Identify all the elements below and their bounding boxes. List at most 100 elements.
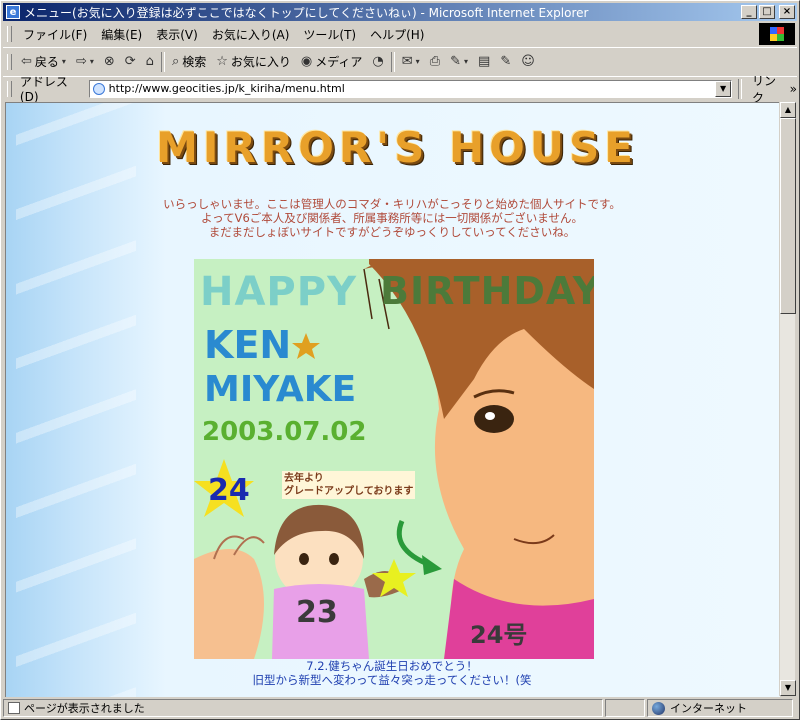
art-shirt-old: 23	[296, 595, 338, 630]
media-icon: ◉	[300, 54, 313, 69]
home-button[interactable]: ⌂	[141, 54, 159, 69]
back-label: 戻る	[34, 55, 59, 69]
history-button[interactable]: ◔	[367, 54, 388, 69]
standard-toolbar: ⇦ 戻る ▾ ⇨ ▾ ⊗ ⟳ ⌂ ⌕ 検索 ☆ お気に入り ◉ メディア ◔ ✉…	[3, 47, 797, 75]
forward-arrow-icon: ⇨	[75, 54, 87, 69]
favorites-icon: ☆	[216, 54, 228, 69]
page-done-icon	[8, 702, 20, 714]
minimize-button[interactable]: _	[741, 5, 757, 19]
home-icon: ⌂	[145, 54, 154, 69]
art-note: 去年より グレードアップしております	[282, 471, 416, 499]
windows-flag-icon	[770, 27, 784, 41]
toolbar-separator	[160, 51, 165, 72]
links-button[interactable]: リンク »	[752, 72, 797, 106]
stop-icon: ⊗	[103, 54, 115, 69]
ie-icon: e	[6, 5, 20, 19]
links-label: リンク	[751, 73, 776, 105]
scroll-down-button[interactable]: ▼	[780, 680, 796, 696]
menu-tools[interactable]: ツール(T)	[296, 24, 363, 45]
search-icon: ⌕	[171, 54, 180, 69]
chevron-down-icon[interactable]: ▾	[416, 57, 420, 66]
print-button[interactable]: ⎙	[425, 54, 445, 69]
art-date: 2003.07.02	[202, 417, 367, 447]
status-message: ページが表示されました	[24, 702, 145, 715]
status-zone: インターネット	[670, 702, 747, 715]
menu-edit[interactable]: 編集(E)	[94, 24, 149, 45]
art-name-first: KEN	[204, 323, 292, 367]
history-icon: ◔	[372, 54, 384, 69]
windows-logo	[759, 23, 795, 45]
toolbar-grip[interactable]	[7, 26, 12, 42]
art-shirt-new: 24号	[470, 621, 528, 649]
status-bar: ページが表示されました インターネット	[3, 698, 797, 718]
address-bar: アドレス(D) http://www.geocities.jp/k_kiriha…	[3, 74, 797, 105]
chevron-down-icon[interactable]: ▾	[62, 57, 66, 66]
print-icon: ⎙	[429, 54, 441, 69]
mail-icon: ✉	[401, 54, 413, 69]
title-bar[interactable]: e メニュー(お気に入り登録は必ずここではなくトップにしてくださいねぃ) - M…	[3, 3, 797, 21]
menu-favorites[interactable]: お気に入り(A)	[205, 24, 297, 45]
discuss-icon: ▤	[478, 54, 491, 69]
messenger-button[interactable]: ☺	[516, 54, 540, 69]
birthday-illustration[interactable]: HAPPY BIRTHDAY KEN MIYAKE 2003.07.02 24 …	[194, 259, 594, 659]
toolbar-grip[interactable]	[7, 80, 12, 97]
toolbar-separator	[390, 51, 395, 72]
refresh-button[interactable]: ⟳	[120, 54, 141, 69]
page-icon	[92, 82, 105, 95]
address-input[interactable]: http://www.geocities.jp/k_kiriha/menu.ht…	[88, 79, 733, 98]
research-button[interactable]: ✎	[495, 54, 516, 69]
stop-button[interactable]: ⊗	[99, 54, 120, 69]
refresh-icon: ⟳	[124, 54, 136, 69]
caption-line: 旧型から新型へ変わって益々突っ走ってください！(笑	[252, 673, 532, 687]
back-button[interactable]: ⇦ 戻る ▾	[16, 53, 71, 70]
menu-file[interactable]: ファイル(F)	[16, 24, 94, 45]
page-content[interactable]: MIRROR'S HOUSE いらっしゃいませ。ここは管理人のコマダ・キリハがこ…	[5, 102, 780, 697]
scroll-up-button[interactable]: ▲	[780, 102, 796, 118]
back-arrow-icon: ⇦	[21, 54, 32, 69]
vertical-scrollbar[interactable]: ▲ ▼	[779, 102, 796, 696]
messenger-icon: ☺	[521, 54, 535, 69]
art-note-line: グレードアップしております	[284, 486, 414, 497]
forward-button[interactable]: ⇨ ▾	[71, 54, 99, 69]
menu-bar: ファイル(F) 編集(E) 表示(V) お気に入り(A) ツール(T) ヘルプ(…	[3, 23, 755, 45]
toolbar-separator	[738, 78, 742, 99]
chevron-right-icon: »	[789, 81, 797, 96]
art-name-last: MIYAKE	[204, 369, 357, 410]
toolbar-grip[interactable]	[7, 53, 12, 70]
favorites-button[interactable]: ☆ お気に入り	[211, 53, 296, 70]
edit-icon: ✎	[450, 54, 461, 69]
window-controls: _ □ ×	[741, 5, 795, 19]
illustration-caption: 7.2.健ちゃん誕生日おめでとう！ 旧型から新型へ変わって益々突っ走ってください…	[106, 659, 678, 687]
favorites-label: お気に入り	[230, 55, 291, 69]
media-button[interactable]: ◉ メディア	[296, 53, 368, 70]
intro-line: まだまだしょぼいサイトですがどうぞゆっくりしていってくださいね。	[208, 225, 576, 239]
illustration-drawing	[194, 259, 594, 659]
intro-text: いらっしゃいませ。ここは管理人のコマダ・キリハがこっそりと始めた個人サイトです。…	[106, 197, 678, 239]
address-label: アドレス(D)	[19, 75, 68, 104]
scroll-thumb[interactable]	[780, 118, 796, 314]
browser-window: e メニュー(お気に入り登録は必ずここではなくトップにしてくださいねぃ) - M…	[0, 0, 800, 720]
status-message-panel: ページが表示されました	[3, 699, 603, 717]
art-note-line: 去年より	[284, 473, 324, 484]
intro-line: よってV6ご本人及び関係者、所属事務所等には一切関係がございません。	[201, 211, 583, 225]
discuss-button[interactable]: ▤	[473, 54, 495, 69]
menu-help[interactable]: ヘルプ(H)	[363, 24, 431, 45]
site-banner: MIRROR'S HOUSE	[156, 123, 638, 172]
intro-line: いらっしゃいませ。ここは管理人のコマダ・キリハがこっそりと始めた個人サイトです。	[163, 197, 621, 211]
address-dropdown-button[interactable]: ▼	[715, 80, 732, 97]
media-label: メディア	[315, 55, 363, 69]
mail-button[interactable]: ✉ ▾	[397, 54, 425, 69]
maximize-button[interactable]: □	[759, 5, 775, 19]
background-swirl	[16, 103, 136, 697]
window-title: メニュー(お気に入り登録は必ずここではなくトップにしてくださいねぃ) - Mic…	[24, 5, 589, 20]
art-happy-text: HAPPY	[200, 269, 358, 315]
chevron-down-icon[interactable]: ▾	[464, 57, 468, 66]
caption-line: 7.2.健ちゃん誕生日おめでとう！	[306, 659, 478, 673]
search-button[interactable]: ⌕ 検索	[167, 53, 211, 70]
menu-view[interactable]: 表示(V)	[149, 24, 205, 45]
chevron-down-icon[interactable]: ▾	[90, 57, 94, 66]
address-url[interactable]: http://www.geocities.jp/k_kiriha/menu.ht…	[109, 82, 345, 95]
edit-button[interactable]: ✎ ▾	[445, 54, 473, 69]
status-zone-panel: インターネット	[647, 699, 793, 717]
close-button[interactable]: ×	[779, 5, 795, 19]
